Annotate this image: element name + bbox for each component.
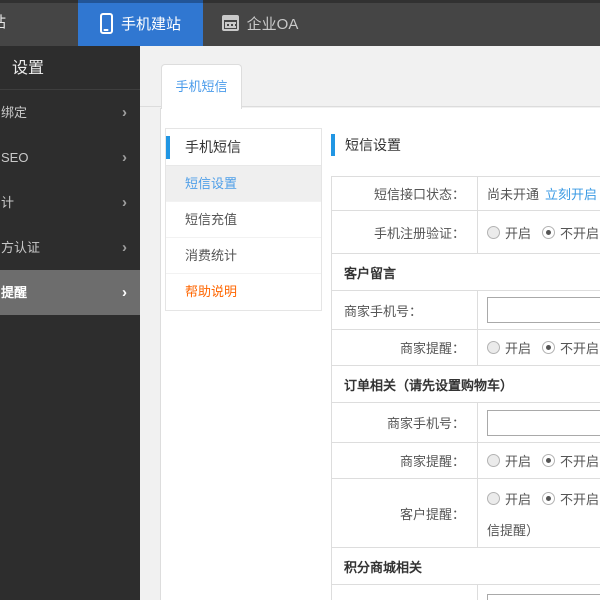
submenu-header: 手机短信 [166,129,321,166]
radio-off-selected[interactable] [542,341,556,354]
row-register-verification: 手机注册验证： 开启 不开启 [332,211,600,254]
top-tab-label: 手机建站 [120,15,181,33]
chevron-right-icon: › [122,104,127,121]
sidebar-item-sms-reminder[interactable]: 提醒 › [0,270,140,315]
submenu-item-help[interactable]: 帮助说明 [166,274,321,310]
radio-label: 不开启 [560,341,600,356]
row-customer-reminder: 客户提醒： 开启 不开启 信提醒） [332,479,600,548]
form-header: 短信设置 [331,128,600,162]
radio-on[interactable] [487,492,500,505]
tab-mobile-sms[interactable]: 手机短信 [161,64,242,109]
field-label: 商家提醒： [332,443,478,478]
section-order-related: 订单相关（请先设置购物车） [332,366,600,403]
radio-label: 开启 [505,454,532,469]
sidebar-item-verification[interactable]: 方认证 › [0,225,140,270]
sidebar-item-label: 绑定 [1,105,28,120]
calendar-icon [221,15,239,31]
radio-label: 开启 [505,225,532,241]
field-label: 商家手机号： [332,585,478,600]
radio-off-selected[interactable] [542,454,556,467]
chevron-right-icon: › [122,194,127,211]
radio-on[interactable] [487,341,500,354]
sidebar-item-label: 提醒 [1,285,28,300]
row-interface-status: 短信接口状态： 尚未开通 立刻开启 [332,177,600,211]
merchant-phone-input[interactable] [487,297,600,323]
status-text: 尚未开通 [487,187,540,202]
submenu-item-sms-recharge[interactable]: 短信充值 [166,202,321,238]
content-panel: 手机短信 短信设置 短信充值 消费统计 帮助说明 短信设置 短信接口状态： 尚未… [160,108,600,600]
field-label: 客户提醒： [332,479,478,547]
sidebar-item-label: 计 [1,195,15,210]
sidebar-item-seo[interactable]: SEO › [0,135,140,180]
chevron-right-icon: › [122,239,127,256]
radio-label: 开启 [505,341,532,356]
form-table: 短信接口状态： 尚未开通 立刻开启 手机注册验证： 开启 不开启 客户留言 商家… [331,176,600,600]
row-merchant-phone-2: 商家手机号： [332,403,600,443]
sidebar-header: 设置 [0,46,140,90]
top-tab-enterprise-oa[interactable]: 企业OA [208,0,312,46]
field-label: 商家提醒： [332,330,478,365]
radio-label: 不开启 [560,225,600,241]
merchant-phone-input[interactable] [487,594,600,600]
top-tab-mobile-site[interactable]: 手机建站 [78,0,203,46]
sidebar-item-stats[interactable]: 计 › [0,180,140,225]
settings-sidebar: 设置 绑定 › SEO › 计 › 方认证 › 提醒 › [0,46,140,600]
radio-on[interactable] [487,225,500,239]
wrapped-hint-text: 信提醒） [487,523,540,538]
chevron-right-icon: › [122,149,127,166]
phone-icon [99,12,113,34]
radio-label: 不开启 [560,492,600,507]
field-label: 短信接口状态： [332,177,478,210]
row-merchant-reminder-2: 商家提醒： 开启 不开启 [332,443,600,479]
section-points-mall: 积分商城相关 [332,548,600,585]
submenu-item-consumption-stats[interactable]: 消费统计 [166,238,321,274]
partial-left-tab[interactable]: 站 [0,0,6,46]
sms-settings-form: 短信设置 短信接口状态： 尚未开通 立刻开启 手机注册验证： 开启 不开启 客户… [331,128,600,600]
submenu-item-sms-settings[interactable]: 短信设置 [166,166,321,202]
sms-submenu: 手机短信 短信设置 短信充值 消费统计 帮助说明 [165,128,322,311]
row-merchant-phone-3: 商家手机号： [332,585,600,600]
sidebar-item-binding[interactable]: 绑定 › [0,90,140,135]
row-merchant-reminder-1: 商家提醒： 开启 不开启 [332,330,600,366]
app-window: 站 手机建站 企业OA 设置 绑定 › SEO › 计 › 方认证 › 提醒 [0,0,600,600]
main-content: 手机短信 手机短信 短信设置 短信充值 消费统计 帮助说明 短信设置 短信接口状… [140,46,600,600]
radio-on[interactable] [487,454,500,467]
chevron-right-icon: › [122,284,127,301]
field-label: 商家手机号： [332,291,478,329]
row-merchant-phone-1: 商家手机号： [332,291,600,330]
sidebar-item-label: SEO [1,150,29,165]
merchant-phone-input[interactable] [487,409,600,436]
activate-now-link[interactable]: 立刻开启 [545,184,597,203]
radio-label: 开启 [505,492,532,507]
radio-label: 不开启 [560,454,600,469]
top-navigation-bar: 站 手机建站 企业OA [0,0,600,46]
sidebar-item-label: 方认证 [1,240,41,255]
field-label: 商家手机号： [332,403,478,442]
section-customer-message: 客户留言 [332,254,600,291]
radio-off-selected[interactable] [542,225,556,239]
radio-off-selected[interactable] [542,492,556,505]
field-label: 手机注册验证： [332,211,478,253]
top-tab-label: 企业OA [246,15,299,33]
